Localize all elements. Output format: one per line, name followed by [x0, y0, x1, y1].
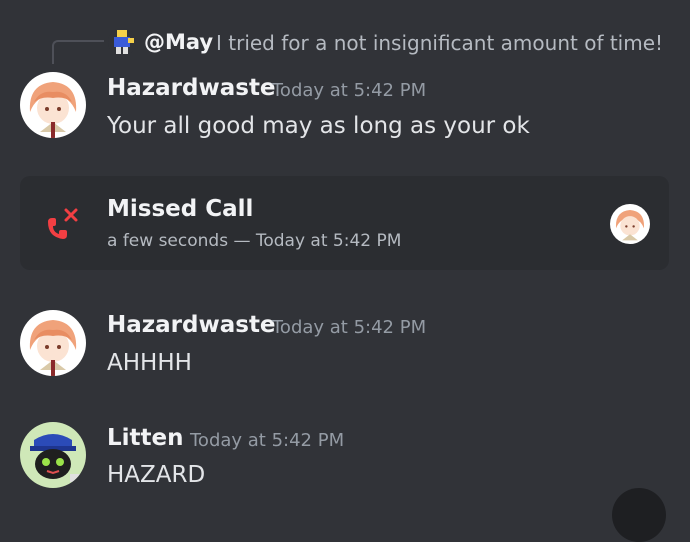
message-author[interactable]: Hazardwaste — [107, 75, 276, 101]
reply-connector — [52, 40, 104, 64]
message-text: AHHHH — [107, 350, 192, 376]
reply-author[interactable]: @May — [144, 30, 213, 54]
message-author[interactable]: Litten — [107, 425, 184, 451]
call-subtitle: a few seconds — Today at 5:42 PM — [107, 231, 402, 251]
message-timestamp: Today at 5:42 PM — [272, 80, 427, 101]
message-timestamp: Today at 5:42 PM — [190, 430, 345, 451]
message-text: Your all good may as long as your ok — [107, 113, 530, 139]
call-participant-avatar[interactable] — [610, 204, 650, 244]
message-author[interactable]: Hazardwaste — [107, 312, 276, 338]
avatar[interactable] — [20, 310, 86, 376]
message-text: HAZARD — [107, 462, 206, 488]
missed-call-icon — [42, 204, 82, 244]
avatar[interactable] — [20, 422, 86, 488]
reply-text[interactable]: I tried for a not insignificant amount o… — [216, 31, 663, 55]
message-timestamp: Today at 5:42 PM — [272, 317, 427, 338]
reply-avatar[interactable] — [108, 28, 136, 56]
jump-to-present-button[interactable] — [612, 488, 666, 542]
call-title: Missed Call — [107, 196, 254, 222]
avatar[interactable] — [20, 72, 86, 138]
missed-call-card: Missed Call a few seconds — Today at 5:4… — [20, 176, 669, 270]
